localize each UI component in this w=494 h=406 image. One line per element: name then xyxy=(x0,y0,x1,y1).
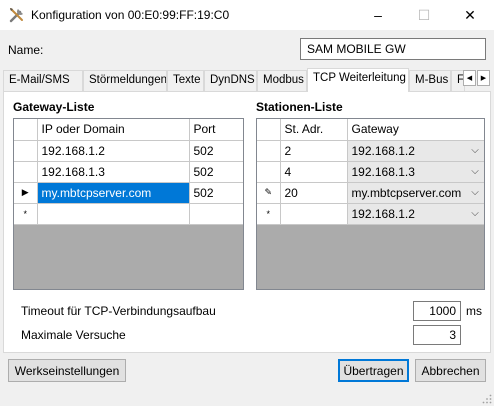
station-grid: St. Adr. Gateway 2 192.168.1.2 ⌵ 4 192.16… xyxy=(256,118,485,290)
station-list-title: Stationen-Liste xyxy=(256,100,343,114)
current-row-arrow-icon[interactable]: ▶ xyxy=(14,182,38,204)
row-marker[interactable] xyxy=(257,140,281,162)
gateway-address-cell[interactable]: my.mbtcpserver.com xyxy=(37,182,190,204)
resize-grip-icon[interactable] xyxy=(482,394,492,404)
gateway-combo-cell[interactable]: 192.168.1.3 ⌵ xyxy=(347,161,484,183)
gateway-port-cell[interactable]: 502 xyxy=(189,140,243,162)
chevron-down-icon[interactable]: ⌵ xyxy=(467,145,484,156)
tab-stoermeldungen[interactable]: Störmeldungen xyxy=(83,70,167,91)
new-row[interactable]: * xyxy=(14,203,243,225)
table-row[interactable]: 192.168.1.2 502 xyxy=(14,140,243,162)
table-row[interactable]: 4 192.168.1.3 ⌵ xyxy=(257,161,484,183)
window-title: Konfiguration von 00:E0:99:FF:19:C0 xyxy=(31,8,230,22)
column-header-gateway[interactable]: Gateway xyxy=(347,119,484,141)
tab-dyndns[interactable]: DynDNS xyxy=(204,70,257,91)
column-header-port[interactable]: Port xyxy=(189,119,243,141)
factory-reset-button[interactable]: Werkseinstellungen xyxy=(8,359,126,382)
tab-modbus[interactable]: Modbus xyxy=(257,70,307,91)
retries-input[interactable]: 3 xyxy=(413,325,461,345)
gateway-combo-cell[interactable]: 192.168.1.2 ⌵ xyxy=(347,140,484,162)
table-row[interactable]: 192.168.1.3 502 xyxy=(14,161,243,183)
maximize-button: ☐ xyxy=(417,6,431,23)
station-address-cell[interactable]: 2 xyxy=(280,140,348,162)
name-label: Name: xyxy=(8,43,44,57)
table-row-selected[interactable]: ▶ my.mbtcpserver.com 502 xyxy=(14,182,243,204)
gateway-address-cell[interactable]: 192.168.1.3 xyxy=(37,161,190,183)
row-marker[interactable] xyxy=(14,161,38,183)
station-address-cell[interactable]: 20 xyxy=(280,182,348,204)
gateway-dropdown-value: 192.168.1.2 xyxy=(351,143,415,158)
station-address-cell[interactable] xyxy=(280,203,348,225)
wrench-screwdriver-icon xyxy=(9,8,23,23)
tab-scroll-right-icon[interactable]: ▶ xyxy=(477,70,490,86)
minimize-button[interactable]: – xyxy=(355,0,401,30)
column-header-address[interactable]: IP oder Domain xyxy=(37,119,190,141)
chevron-down-icon[interactable]: ⌵ xyxy=(467,187,484,198)
gateway-port-cell[interactable] xyxy=(189,203,243,225)
tab-tcp-weiterleitung[interactable]: TCP Weiterleitung xyxy=(307,68,409,92)
table-row-editing[interactable]: ✎ 20 my.mbtcpserver.com ⌵ xyxy=(257,182,484,204)
new-row-asterisk-icon[interactable]: * xyxy=(257,203,281,225)
gateway-list-title: Gateway-Liste xyxy=(13,100,95,114)
new-row-asterisk-icon[interactable]: * xyxy=(14,203,38,225)
gateway-dropdown[interactable]: my.mbtcpserver.com ⌵ xyxy=(347,182,484,202)
gateway-port-cell[interactable]: 502 xyxy=(189,161,243,183)
gateway-dropdown[interactable]: 192.168.1.2 ⌵ xyxy=(347,203,484,223)
column-header-station[interactable]: St. Adr. xyxy=(280,119,348,141)
tab-email-sms[interactable]: E-Mail/SMS xyxy=(3,70,83,91)
new-row[interactable]: * 192.168.1.2 ⌵ xyxy=(257,203,484,225)
tab-scroll-left-icon[interactable]: ◀ xyxy=(463,70,476,86)
retries-label: Maximale Versuche xyxy=(21,328,126,342)
tab-m-bus[interactable]: M-Bus xyxy=(409,70,451,91)
transfer-button[interactable]: Übertragen xyxy=(338,359,409,382)
table-row[interactable]: 2 192.168.1.2 ⌵ xyxy=(257,140,484,162)
row-header-corner xyxy=(257,119,281,141)
chevron-down-icon[interactable]: ⌵ xyxy=(467,208,484,219)
timeout-unit: ms xyxy=(466,304,482,318)
timeout-input[interactable]: 1000 xyxy=(413,301,461,321)
gateway-dropdown-value: 192.168.1.3 xyxy=(351,164,415,179)
station-header-row: St. Adr. Gateway xyxy=(257,119,484,141)
name-input[interactable]: SAM MOBILE GW xyxy=(300,38,486,60)
gateway-address-cell[interactable] xyxy=(37,203,190,225)
gateway-port-cell[interactable]: 502 xyxy=(189,182,243,204)
gateway-combo-cell[interactable]: my.mbtcpserver.com ⌵ xyxy=(347,182,484,204)
station-address-cell[interactable]: 4 xyxy=(280,161,348,183)
gateway-combo-cell[interactable]: 192.168.1.2 ⌵ xyxy=(347,203,484,225)
row-header-corner xyxy=(14,119,38,141)
row-marker[interactable] xyxy=(14,140,38,162)
pencil-icon[interactable]: ✎ xyxy=(257,182,281,204)
row-marker[interactable] xyxy=(257,161,281,183)
chevron-down-icon[interactable]: ⌵ xyxy=(467,166,484,177)
gateway-address-cell[interactable]: 192.168.1.2 xyxy=(37,140,190,162)
gateway-grid: IP oder Domain Port 192.168.1.2 502 192.… xyxy=(13,118,244,290)
close-button[interactable]: ✕ xyxy=(447,0,493,30)
timeout-label: Timeout für TCP-Verbindungsaufbau xyxy=(21,304,216,318)
tab-strip: E-Mail/SMS Störmeldungen Texte DynDNS Mo… xyxy=(3,68,491,92)
gateway-dropdown[interactable]: 192.168.1.2 ⌵ xyxy=(347,140,484,160)
tab-texte[interactable]: Texte xyxy=(167,70,204,91)
cancel-button[interactable]: Abbrechen xyxy=(415,359,486,382)
gateway-header-row: IP oder Domain Port xyxy=(14,119,243,141)
gateway-dropdown-value: my.mbtcpserver.com xyxy=(351,185,462,200)
gateway-dropdown[interactable]: 192.168.1.3 ⌵ xyxy=(347,161,484,181)
gateway-dropdown-value: 192.168.1.2 xyxy=(351,206,415,221)
